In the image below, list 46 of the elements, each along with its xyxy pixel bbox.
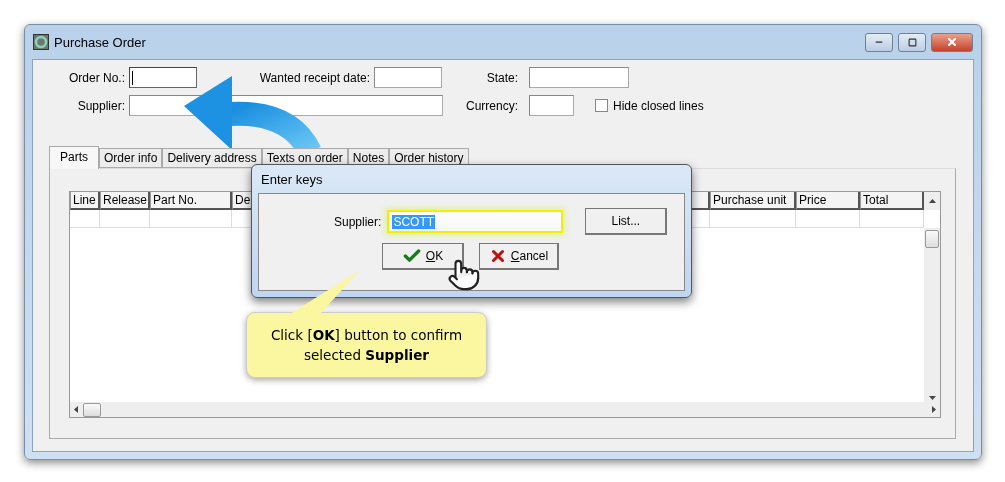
hand-cursor-icon — [447, 258, 481, 292]
column-header[interactable]: Line — [70, 192, 100, 210]
column-header[interactable]: Price — [796, 192, 860, 210]
column-header[interactable]: Release — [100, 192, 150, 210]
field-label: Currency: — [465, 98, 518, 113]
table-cell — [860, 210, 924, 228]
table-cell — [70, 210, 100, 228]
dialog-title: Enter keys — [260, 170, 324, 189]
minimize-button[interactable] — [865, 32, 893, 52]
field-label: State: — [485, 70, 518, 85]
maximize-button[interactable] — [898, 32, 926, 52]
column-header[interactable]: Purchase unit — [710, 192, 796, 210]
left-arrow-icon — [74, 406, 78, 413]
down-arrow-icon — [928, 396, 936, 400]
tab[interactable]: Order info — [99, 148, 163, 168]
input-field[interactable] — [529, 67, 629, 88]
field-label: Supplier: — [334, 214, 382, 229]
up-arrow-icon — [928, 199, 936, 203]
scroll-up-button[interactable] — [924, 192, 940, 210]
maximize-icon — [907, 37, 917, 47]
checkbox[interactable] — [595, 99, 608, 112]
input-field[interactable] — [129, 67, 197, 88]
ok-button[interactable]: OK — [382, 243, 464, 270]
list-button[interactable]: List... — [585, 208, 668, 235]
input-field[interactable] — [374, 67, 442, 88]
field-label: Order No.: — [68, 70, 125, 85]
vertical-scrollbar[interactable] — [924, 228, 940, 402]
checkbox-label: Hide closed lines — [613, 98, 704, 113]
app-logo-icon — [33, 34, 49, 50]
column-header[interactable]: Total — [860, 192, 924, 210]
close-button[interactable] — [931, 32, 973, 52]
right-arrow-icon — [932, 406, 936, 413]
field-label: Wanted receipt date: — [258, 70, 370, 85]
scroll-thumb[interactable] — [83, 402, 101, 417]
column-header[interactable]: Part No. — [150, 192, 232, 210]
tab[interactable]: Parts — [49, 146, 99, 169]
field-label: Supplier: — [76, 98, 125, 113]
tab[interactable]: Delivery address — [162, 148, 262, 168]
table-cell — [100, 210, 150, 228]
window-title: Purchase Order — [54, 34, 147, 50]
cancel-button[interactable]: Cancel — [479, 243, 559, 270]
table-cell — [796, 210, 860, 228]
input-field[interactable] — [529, 95, 574, 116]
close-icon — [946, 36, 958, 48]
horizontal-scrollbar[interactable] — [70, 402, 940, 417]
scroll-thumb[interactable] — [925, 230, 939, 248]
